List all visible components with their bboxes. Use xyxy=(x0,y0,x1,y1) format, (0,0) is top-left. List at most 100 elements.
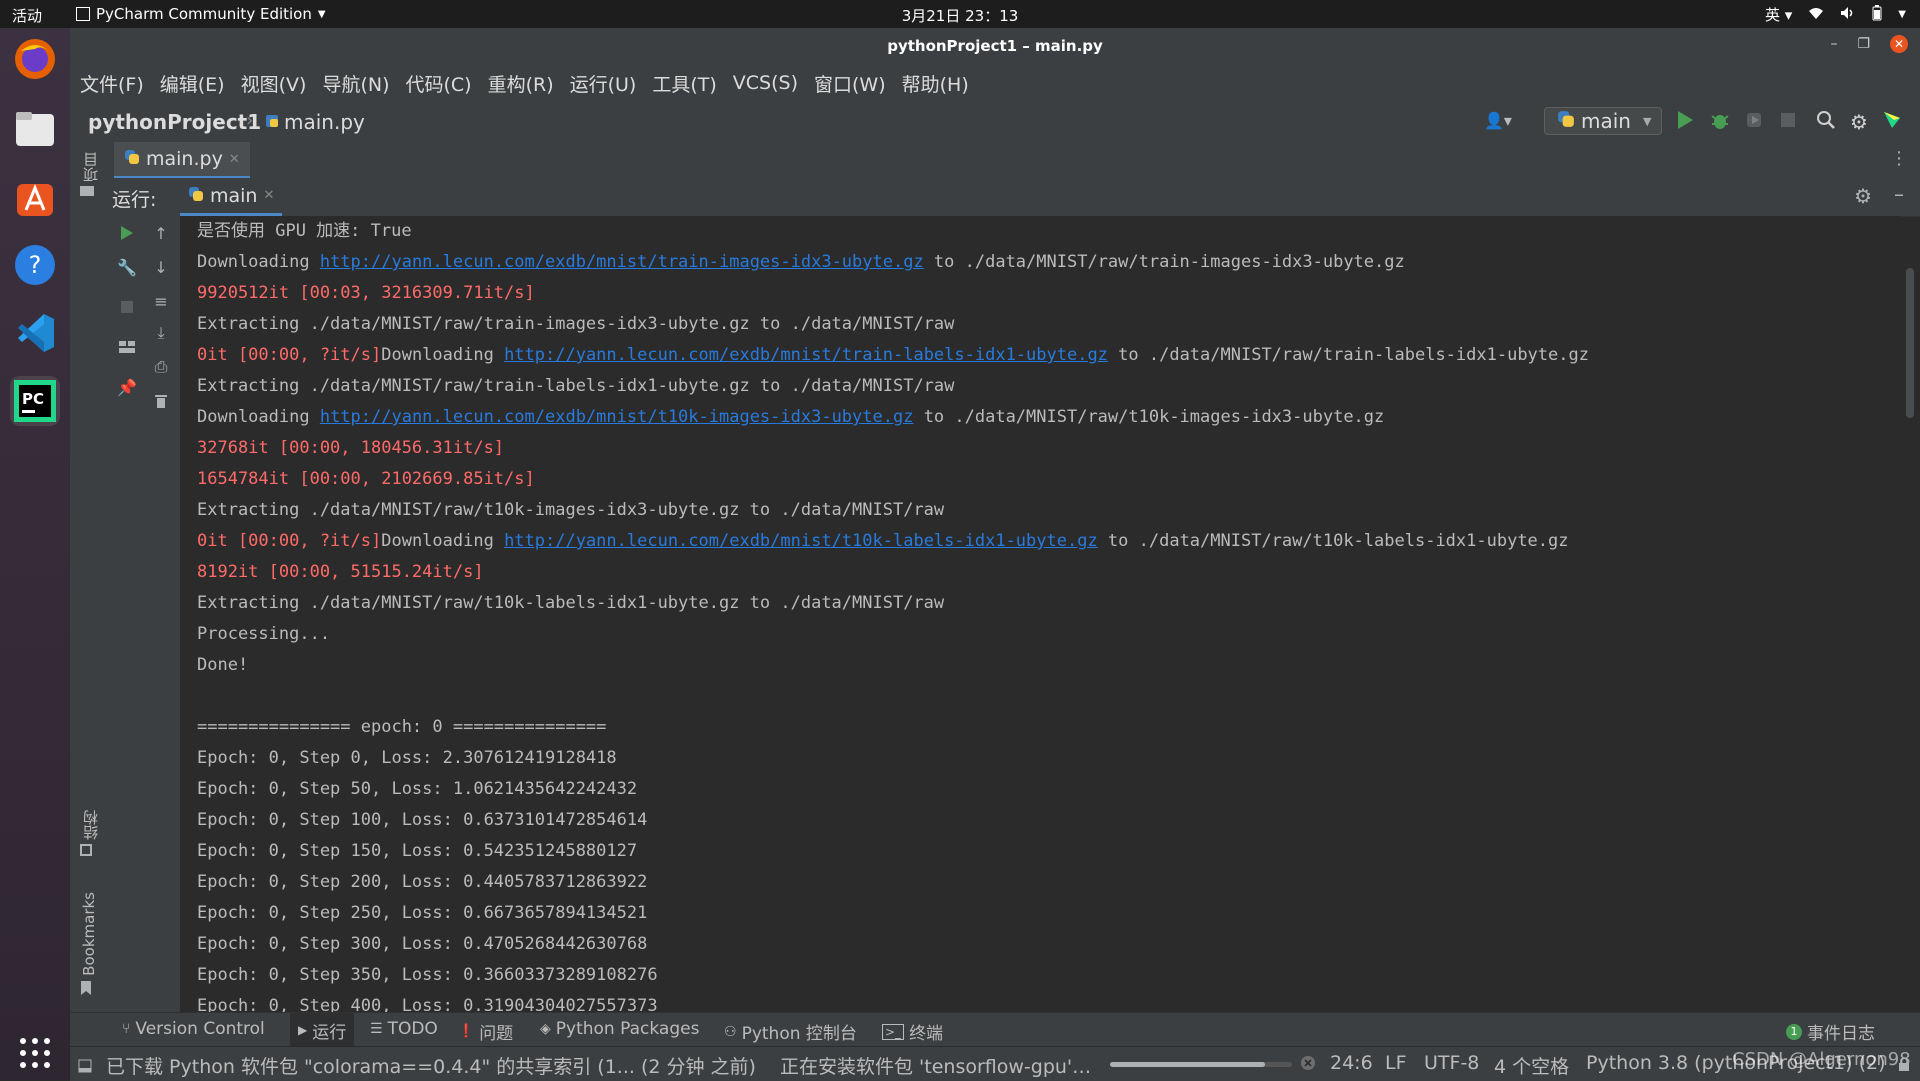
menu-file[interactable]: 文件(F) xyxy=(72,70,152,97)
close-tab-icon[interactable]: ✕ xyxy=(263,188,274,203)
menu-window[interactable]: 窗口(W) xyxy=(806,70,894,97)
files-icon[interactable] xyxy=(10,104,60,154)
menu-vcs[interactable]: VCS(S) xyxy=(725,72,806,94)
tab-terminal[interactable]: >_ 终端 xyxy=(882,1019,943,1044)
menu-navigate[interactable]: 导航(N) xyxy=(314,70,397,97)
console-line: Epoch: 0, Step 300, Loss: 0.470526844263… xyxy=(197,929,647,959)
restore-button[interactable]: ❐ xyxy=(1857,36,1870,52)
line-separator[interactable]: LF xyxy=(1385,1052,1407,1074)
console-link[interactable]: http://yann.lecun.com/exdb/mnist/t10k-im… xyxy=(320,407,914,427)
console-text: Epoch: 0, Step 50, Loss: 1.0621435642242… xyxy=(197,779,638,799)
input-method-indicator[interactable]: 英 ▾ xyxy=(1765,4,1792,25)
console-scrollbar[interactable] xyxy=(1906,268,1914,418)
python-icon xyxy=(188,185,204,207)
python-file-icon xyxy=(264,113,280,133)
close-tab-icon[interactable]: ✕ xyxy=(229,152,240,167)
help-icon[interactable]: ? xyxy=(10,240,60,290)
software-center-icon[interactable] xyxy=(10,172,60,222)
trash-icon[interactable] xyxy=(150,390,172,412)
search-icon[interactable] xyxy=(1816,110,1836,134)
user-account-icon[interactable]: 👤▾ xyxy=(1484,111,1512,130)
menu-edit[interactable]: 编辑(E) xyxy=(152,70,233,97)
console-text: Downloading xyxy=(381,345,505,365)
activities-button[interactable]: 活动 xyxy=(12,5,42,26)
console-link[interactable]: http://yann.lecun.com/exdb/mnist/train-l… xyxy=(504,345,1108,365)
settings-gear-icon[interactable]: ⚙ xyxy=(1850,110,1868,134)
minimize-button[interactable]: – xyxy=(1830,36,1837,52)
lock-icon[interactable] xyxy=(1898,1055,1910,1077)
hide-panel-icon[interactable]: – xyxy=(1894,182,1904,206)
run-button[interactable] xyxy=(1676,110,1694,134)
soft-wrap-icon[interactable]: ≡ xyxy=(150,290,172,312)
python-file-icon xyxy=(124,148,140,170)
indent-setting[interactable]: 4 个空格 xyxy=(1494,1052,1569,1079)
structure-tool-label: 结构 xyxy=(82,810,100,840)
more-options-icon[interactable]: ⋮ xyxy=(1890,148,1908,169)
menu-run[interactable]: 运行(U) xyxy=(562,70,645,97)
console-line: Epoch: 0, Step 200, Loss: 0.440578371286… xyxy=(197,867,647,897)
event-count-badge: 1 xyxy=(1786,1023,1802,1040)
tab-problems[interactable]: ❗ 问题 xyxy=(458,1019,513,1044)
pin-icon[interactable]: 📌 xyxy=(116,376,138,398)
console-link[interactable]: http://yann.lecun.com/exdb/mnist/train-i… xyxy=(320,252,924,272)
console-text: 8192it [00:00, 51515.24it/s] xyxy=(197,562,484,582)
vscode-icon[interactable] xyxy=(10,308,60,358)
window-title-bar[interactable]: pythonProject1 – main.py xyxy=(70,28,1920,64)
app-grid-icon[interactable] xyxy=(10,1028,60,1078)
bookmarks-tool-button[interactable]: Bookmarks xyxy=(80,892,98,999)
console-line: 9920512it [00:03, 3216309.71it/s] xyxy=(197,278,535,308)
coverage-button[interactable] xyxy=(1744,110,1764,134)
arrow-down-icon[interactable]: ↓ xyxy=(150,256,172,278)
breadcrumb-file[interactable]: main.py xyxy=(284,110,365,134)
wifi-icon xyxy=(1808,6,1824,24)
tab-python-packages[interactable]: ◈ Python Packages xyxy=(540,1019,699,1039)
print-icon[interactable]: ⎙ xyxy=(150,356,172,378)
menu-bar: 文件(F) 编辑(E) 视图(V) 导航(N) 代码(C) 重构(R) 运行(U… xyxy=(70,64,1920,102)
console-output[interactable]: 是否使用 GPU 加速: True Downloading http://yann… xyxy=(180,216,1900,1012)
scroll-to-end-icon[interactable]: ⤓ xyxy=(150,322,172,344)
settings-gear-icon[interactable]: ⚙ xyxy=(1854,184,1872,208)
tab-event-log[interactable]: 1 事件日志 xyxy=(1786,1019,1875,1044)
menu-refactor[interactable]: 重构(R) xyxy=(480,70,562,97)
console-link[interactable]: http://yann.lecun.com/exdb/mnist/t10k-la… xyxy=(504,531,1098,551)
console-text: Epoch: 0, Step 150, Loss: 0.542351245880… xyxy=(197,841,638,861)
jetbrains-logo-icon[interactable] xyxy=(1882,110,1902,134)
chevron-down-icon: ▼ xyxy=(317,8,326,20)
pycharm-small-icon xyxy=(76,7,90,21)
menu-code[interactable]: 代码(C) xyxy=(397,70,479,97)
tab-python-console[interactable]: ⚇ Python 控制台 xyxy=(724,1019,857,1045)
wrench-icon[interactable]: 🔧 xyxy=(116,256,138,278)
caret-position[interactable]: 24:6 xyxy=(1330,1052,1373,1074)
cancel-task-icon[interactable] xyxy=(1300,1054,1316,1076)
tab-run[interactable]: ▶ 运行 xyxy=(290,1013,355,1047)
stop-button[interactable] xyxy=(1780,112,1796,132)
console-line: Epoch: 0, Step 350, Loss: 0.366033732891… xyxy=(197,960,658,990)
close-button[interactable]: ✕ xyxy=(1890,35,1908,53)
pycharm-icon[interactable]: PC xyxy=(10,376,60,426)
system-tray[interactable]: 英 ▾ ▼ xyxy=(1765,4,1906,25)
console-text: to ./data/MNIST/raw/t10k-images-idx3-uby… xyxy=(913,407,1385,427)
file-encoding[interactable]: UTF-8 xyxy=(1424,1052,1479,1074)
tab-main-py[interactable]: main.py ✕ xyxy=(114,142,250,179)
run-configuration-select[interactable]: main ▼ xyxy=(1544,107,1662,135)
console-line: Extracting ./data/MNIST/raw/train-images… xyxy=(197,309,954,339)
app-menu[interactable]: PyCharm Community Edition ▼ xyxy=(76,5,326,23)
status-toggle-icon[interactable] xyxy=(78,1056,92,1078)
arrow-up-icon[interactable]: ↑ xyxy=(150,222,172,244)
menu-help[interactable]: 帮助(H) xyxy=(894,70,977,97)
layout-icon[interactable] xyxy=(116,336,138,358)
debug-button[interactable] xyxy=(1710,110,1730,134)
status-message[interactable]: 已下载 Python 软件包 "colorama==0.4.4" 的共享索引 (… xyxy=(106,1052,756,1079)
firefox-icon[interactable] xyxy=(10,34,60,84)
tab-version-control[interactable]: ⑂ Version Control xyxy=(122,1019,265,1039)
menu-view[interactable]: 视图(V) xyxy=(233,70,315,97)
tab-todo[interactable]: ☰ TODO xyxy=(370,1019,438,1039)
rerun-icon[interactable] xyxy=(116,222,138,244)
breadcrumb-project[interactable]: pythonProject1 xyxy=(88,110,261,134)
run-tab-main[interactable]: main ✕ xyxy=(180,178,283,216)
stop-icon[interactable] xyxy=(116,296,138,318)
menu-tools[interactable]: 工具(T) xyxy=(644,70,724,97)
run-configuration-label: main xyxy=(1581,109,1631,133)
background-task-label[interactable]: 正在安装软件包 'tensorflow-gpu'… xyxy=(780,1052,1091,1079)
console-line: Epoch: 0, Step 400, Loss: 0.319043040275… xyxy=(197,991,658,1012)
